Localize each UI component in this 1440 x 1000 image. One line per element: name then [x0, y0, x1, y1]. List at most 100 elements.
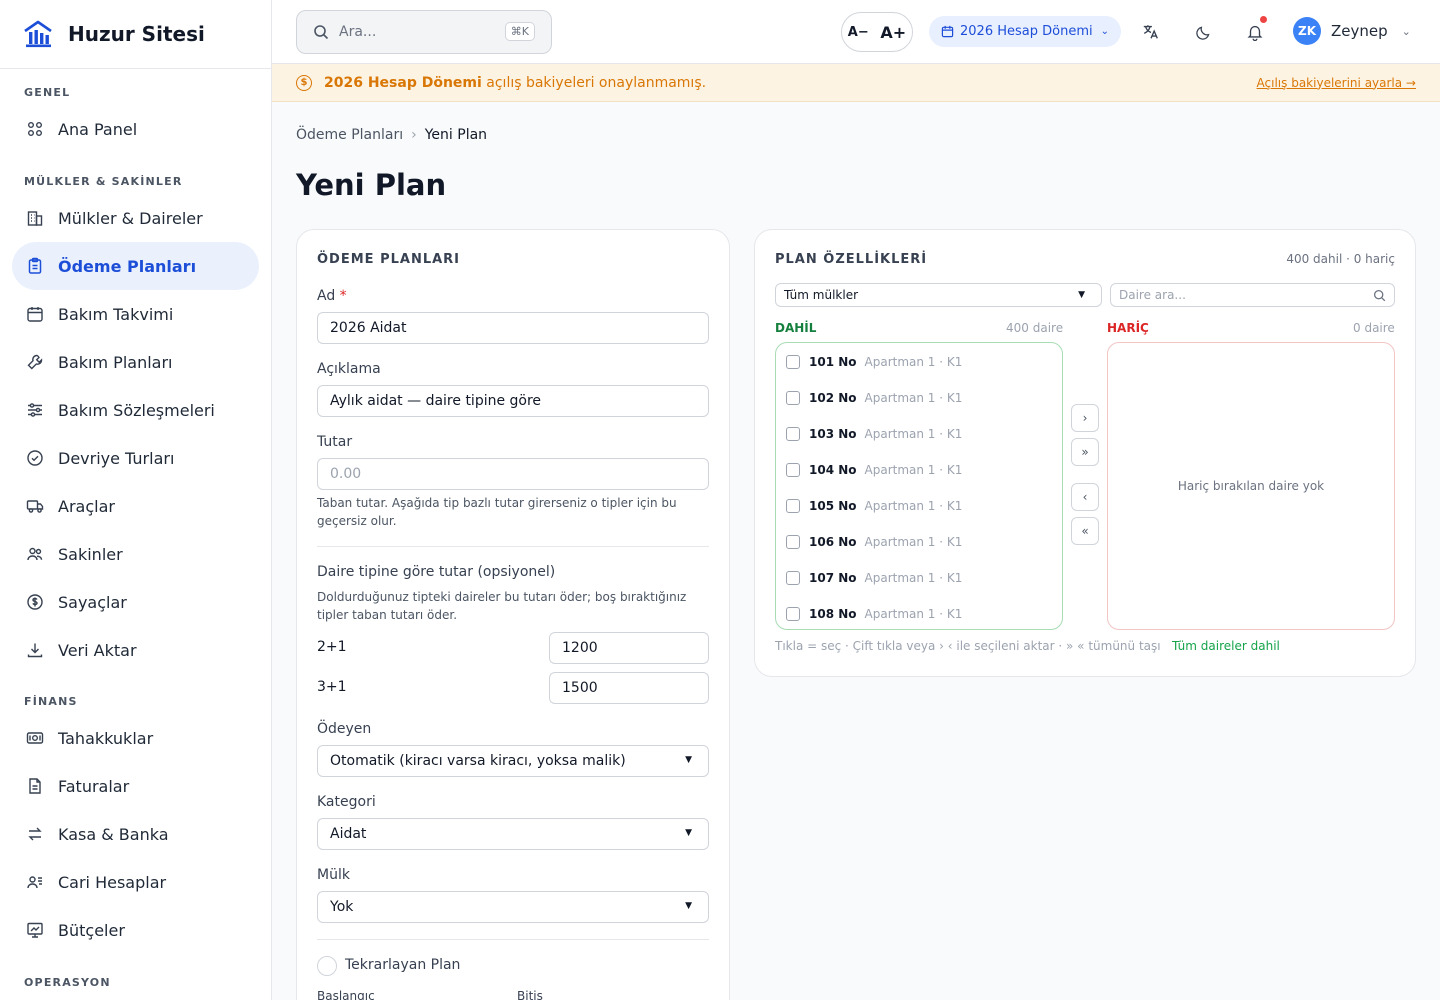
language-icon[interactable] — [1141, 22, 1161, 42]
payer-value: Otomatik (kiracı varsa kiracı, yoksa mal… — [330, 753, 626, 769]
payer-label: Ödeyen — [317, 721, 372, 737]
sidebar-item-label: Bakım Sözleşmeleri — [58, 400, 215, 420]
opening-balance-link[interactable]: Açılış bakiyelerini ayarla → — [1257, 76, 1416, 90]
sidebar-item-araclar[interactable]: Araçlar — [12, 482, 259, 530]
type-amount-2-1[interactable]: 1200 — [549, 632, 709, 664]
move-selected-right-button[interactable]: › — [1071, 404, 1099, 432]
recurring-toggle[interactable] — [317, 956, 337, 976]
sidebar-item-bakim-planlari[interactable]: Bakım Planları — [12, 338, 259, 386]
sidebar-item-mulkler[interactable]: Mülkler & Daireler — [12, 194, 259, 242]
sidebar-item-faturalar[interactable]: Faturalar — [12, 762, 259, 810]
sidebar: Huzur Sitesi GENEL MÜLKLER & SAKİNLER Fİ… — [0, 0, 272, 1000]
font-decrease-button[interactable]: A− — [848, 25, 869, 40]
section-title-genel: GENEL — [24, 86, 71, 99]
unit-location: Apartman 1 · K1 — [864, 391, 963, 405]
unit-no: 103 No — [809, 427, 857, 441]
unit-search-input[interactable]: Daire ara... — [1110, 283, 1395, 307]
sidebar-item-tahakkuklar[interactable]: Tahakkuklar — [12, 714, 259, 762]
amount-label: Tutar — [317, 434, 353, 450]
chart-icon — [26, 921, 44, 939]
unit-no: 101 No — [809, 355, 857, 369]
unit-no: 105 No — [809, 499, 857, 513]
contacts-icon — [26, 873, 44, 891]
move-all-right-button[interactable]: » — [1071, 438, 1099, 466]
sidebar-item-devriye-turlari[interactable]: Devriye Turları — [12, 434, 259, 482]
checkbox[interactable] — [786, 499, 800, 513]
search-icon — [314, 25, 329, 40]
sidebar-item-veri-aktar[interactable]: Veri Aktar — [12, 626, 259, 674]
checkbox[interactable] — [786, 463, 800, 477]
banner-period: 2026 Hesap Dönemi — [324, 74, 482, 91]
list-item[interactable]: 101 No Apartman 1 · K1 — [786, 352, 962, 372]
list-item[interactable]: 105 No Apartman 1 · K1 — [786, 496, 962, 516]
sidebar-item-bakim-takvimi[interactable]: Bakım Takvimi — [12, 290, 259, 338]
property-select[interactable]: Yok ▼ — [317, 891, 709, 923]
divider — [317, 546, 709, 547]
breadcrumb: Ödeme Planları › Yeni Plan — [296, 127, 487, 143]
sidebar-item-label: Kasa & Banka — [58, 824, 169, 844]
period-selector[interactable]: 2026 Hesap Dönemi ⌄ — [929, 16, 1121, 47]
breadcrumb-parent[interactable]: Ödeme Planları — [296, 127, 403, 143]
warning-banner: $ 2026 Hesap Dönemi açılış bakiyeleri on… — [272, 64, 1440, 102]
sidebar-item-sakinler[interactable]: Sakinler — [12, 530, 259, 578]
checkbox[interactable] — [786, 607, 800, 621]
list-item[interactable]: 108 No Apartman 1 · K1 — [786, 604, 962, 624]
checkbox[interactable] — [786, 391, 800, 405]
name-field[interactable]: 2026 Aidat — [317, 312, 709, 344]
unit-no: 107 No — [809, 571, 857, 585]
notifications-icon[interactable] — [1245, 16, 1267, 42]
clipboard-icon — [26, 257, 44, 275]
sidebar-item-butceler[interactable]: Bütçeler — [12, 906, 259, 954]
included-list[interactable]: 101 No Apartman 1 · K1 102 No Apartman 1 ·… — [775, 342, 1063, 630]
sidebar-item-cari-hesaplar[interactable]: Cari Hesaplar — [12, 858, 259, 906]
search-shortcut: ⌘K — [504, 22, 535, 41]
description-field[interactable]: Aylık aidat — daire tipine göre — [317, 385, 709, 417]
search-input[interactable]: Ara... ⌘K — [296, 10, 552, 54]
sidebar-item-odeme-planlari[interactable]: Ödeme Planları — [12, 242, 259, 290]
avatar: ZK — [1293, 17, 1321, 45]
type-amount-3-1[interactable]: 1500 — [549, 672, 709, 704]
payer-select[interactable]: Otomatik (kiracı varsa kiracı, yoksa mal… — [317, 745, 709, 777]
amount-field[interactable]: 0.00 — [317, 458, 709, 490]
font-increase-button[interactable]: A+ — [880, 23, 906, 42]
sidebar-item-label: Bütçeler — [58, 920, 125, 940]
inclusion-summary: 400 dahil · 0 hariç — [1286, 252, 1395, 266]
unit-location: Apartman 1 · K1 — [864, 571, 963, 585]
receipt-icon — [26, 729, 44, 747]
property-label: Mülk — [317, 867, 350, 883]
sidebar-item-ana-panel[interactable]: Ana Panel — [12, 105, 259, 153]
list-item[interactable]: 104 No Apartman 1 · K1 — [786, 460, 962, 480]
list-item[interactable]: 107 No Apartman 1 · K1 — [786, 568, 962, 588]
unit-no: 104 No — [809, 463, 857, 477]
category-label: Kategori — [317, 794, 376, 810]
excluded-list[interactable]: Hariç bırakılan daire yok — [1107, 342, 1395, 630]
sidebar-item-label: Bakım Takvimi — [58, 304, 174, 324]
period-label: 2026 Hesap Dönemi — [960, 24, 1093, 39]
user-menu[interactable]: ZK Zeynep ⌄ — [1293, 17, 1411, 45]
logo-icon — [24, 20, 52, 48]
category-select[interactable]: Aidat ▼ — [317, 818, 709, 850]
property-value: Yok — [330, 899, 354, 915]
dark-mode-icon[interactable] — [1193, 22, 1213, 42]
brand[interactable]: Huzur Sitesi — [0, 0, 271, 69]
coin-icon: $ — [296, 74, 312, 91]
move-all-left-button[interactable]: « — [1071, 517, 1099, 545]
list-item[interactable]: 102 No Apartman 1 · K1 — [786, 388, 962, 408]
checkbox[interactable] — [786, 355, 800, 369]
unit-no: 108 No — [809, 607, 857, 621]
property-filter-select[interactable]: Tüm mülkler ▼ — [775, 283, 1102, 307]
sidebar-item-kasa-banka[interactable]: Kasa & Banka — [12, 810, 259, 858]
list-item[interactable]: 103 No Apartman 1 · K1 — [786, 424, 962, 444]
category-value: Aidat — [330, 826, 367, 842]
checkbox[interactable] — [786, 571, 800, 585]
move-selected-left-button[interactable]: ‹ — [1071, 483, 1099, 511]
building-icon — [26, 209, 44, 227]
list-item[interactable]: 106 No Apartman 1 · K1 — [786, 532, 962, 552]
included-title: DAHİL — [775, 321, 817, 335]
type-label-3-1: 3+1 — [317, 679, 347, 695]
sidebar-item-bakim-sozlesmeleri[interactable]: Bakım Sözleşmeleri — [12, 386, 259, 434]
checkbox[interactable] — [786, 535, 800, 549]
required-mark: * — [339, 288, 347, 304]
sidebar-item-sayaclar[interactable]: Sayaçlar — [12, 578, 259, 626]
checkbox[interactable] — [786, 427, 800, 441]
